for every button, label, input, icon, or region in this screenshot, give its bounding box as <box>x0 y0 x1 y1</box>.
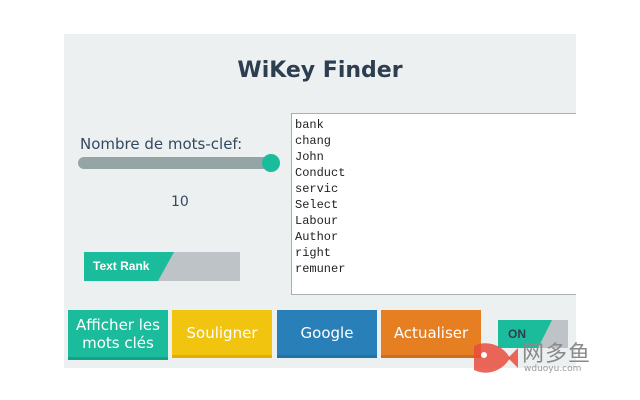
watermark-url: wduoyu.com <box>524 364 582 374</box>
fish-logo-icon <box>474 343 518 373</box>
keyword-count-value: 10 <box>171 194 189 210</box>
watermark: 网多鱼 wduoyu.com <box>468 336 598 382</box>
text-rank-label: Text Rank <box>93 259 150 273</box>
slider-thumb[interactable] <box>262 154 280 172</box>
keyword-count-slider[interactable] <box>78 154 280 172</box>
extension-panel: WiKey Finder Nombre de mots-clef: 10 Tex… <box>64 34 576 368</box>
keyword-item: Labour <box>295 214 339 228</box>
refresh-button[interactable]: Actualiser <box>381 310 481 358</box>
keyword-item: bank <box>295 118 324 132</box>
keyword-item: Author <box>295 230 339 244</box>
underline-button[interactable]: Souligner <box>172 310 272 358</box>
app-title: WiKey Finder <box>237 58 403 83</box>
google-button[interactable]: Google <box>277 310 377 358</box>
keyword-item: remuner <box>295 262 346 276</box>
keyword-item: right <box>295 246 332 260</box>
keyword-item: Conduct <box>295 166 346 180</box>
keyword-item: chang <box>295 134 332 148</box>
keyword-item: John <box>295 150 324 164</box>
keyword-item: Select <box>295 198 339 212</box>
keywords-textarea[interactable]: bank chang John Conduct servic Select La… <box>291 113 576 295</box>
show-keywords-button[interactable]: Afficher les mots clés <box>68 310 168 360</box>
keyword-item: servic <box>295 182 339 196</box>
text-rank-toggle[interactable]: Text Rank <box>84 252 240 281</box>
keyword-count-label: Nombre de mots-clef: <box>80 135 243 153</box>
